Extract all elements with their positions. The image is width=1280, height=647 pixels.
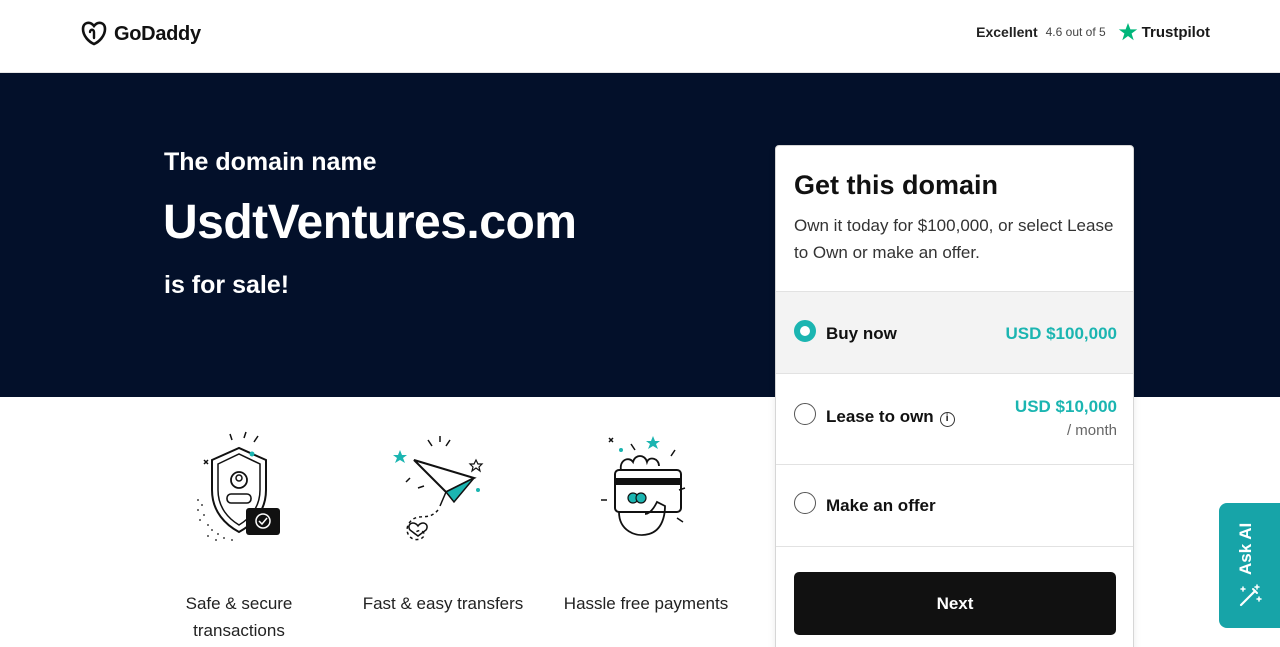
brand-name: GoDaddy [114,22,201,45]
option-make-offer[interactable]: Make an offer [776,464,1133,546]
next-button[interactable]: Next [794,572,1116,635]
buy-now-radio[interactable] [794,320,816,342]
feature-label-line1: Safe & secure [185,594,293,613]
magic-wand-icon [1239,584,1262,607]
feature-hassle-free-payments: Hassle free payments [551,430,741,617]
shield-icon [197,431,280,541]
option-label: Buy now [826,324,897,343]
option-buy-now[interactable]: Buy now USD $100,000 [776,291,1133,373]
option-price-period: / month [1066,422,1117,439]
info-icon[interactable]: i [939,412,955,427]
feature-label-line1: Fast & easy transfers [362,594,524,613]
feature-fast-transfers: Fast & easy transfers [348,430,538,617]
hero-for-sale: is for sale! [164,271,290,299]
purchase-card: Get this domain Own it today for $100,00… [775,145,1134,647]
trustpilot-rating[interactable]: Excellent 4.6 out of 5 Trustpilot [976,22,1210,42]
paper-plane-icon [393,436,484,541]
trustpilot-star-icon [1118,23,1137,41]
site-header: GoDaddy Excellent 4.6 out of 5 Trustpilo… [0,0,1280,73]
option-lease-to-own[interactable]: Lease to own i USD $10,000 / month [776,373,1133,464]
payment-card-icon [601,436,686,536]
trustpilot-brand: Trustpilot [1141,23,1210,41]
feature-safe-secure: Safe & secure transactions [144,430,334,644]
feature-label-line2: transactions [193,621,285,640]
card-description: Own it today for $100,000, or select Lea… [794,216,1114,262]
trustpilot-score: 4.6 out of 5 [1045,25,1106,39]
option-label: Make an offer [826,496,936,515]
feature-label-line1: Hassle free payments [563,594,729,613]
option-label-wrap: Lease to own i [826,407,955,427]
make-offer-radio[interactable] [794,492,816,514]
card-title: Get this domain [794,170,999,200]
trustpilot-rating-word: Excellent [976,24,1038,40]
options-divider [776,546,1133,547]
feature-label: Hassle free payments [551,590,741,617]
option-price: USD $100,000 [1005,324,1117,343]
hero-intro: The domain name [164,148,377,176]
ask-ai-button[interactable]: Ask AI [1219,503,1280,628]
option-label: Lease to own [826,407,934,426]
domain-name-heading: UsdtVentures.com [163,196,577,249]
option-price: USD $10,000 [1014,397,1117,416]
feature-label: Safe & secure transactions [144,590,334,644]
godaddy-logo-icon [81,21,107,46]
godaddy-logo[interactable]: GoDaddy [80,20,201,48]
feature-label: Fast & easy transfers [348,590,538,617]
lease-to-own-radio[interactable] [794,403,816,425]
ask-ai-label: Ask AI [1236,522,1255,575]
